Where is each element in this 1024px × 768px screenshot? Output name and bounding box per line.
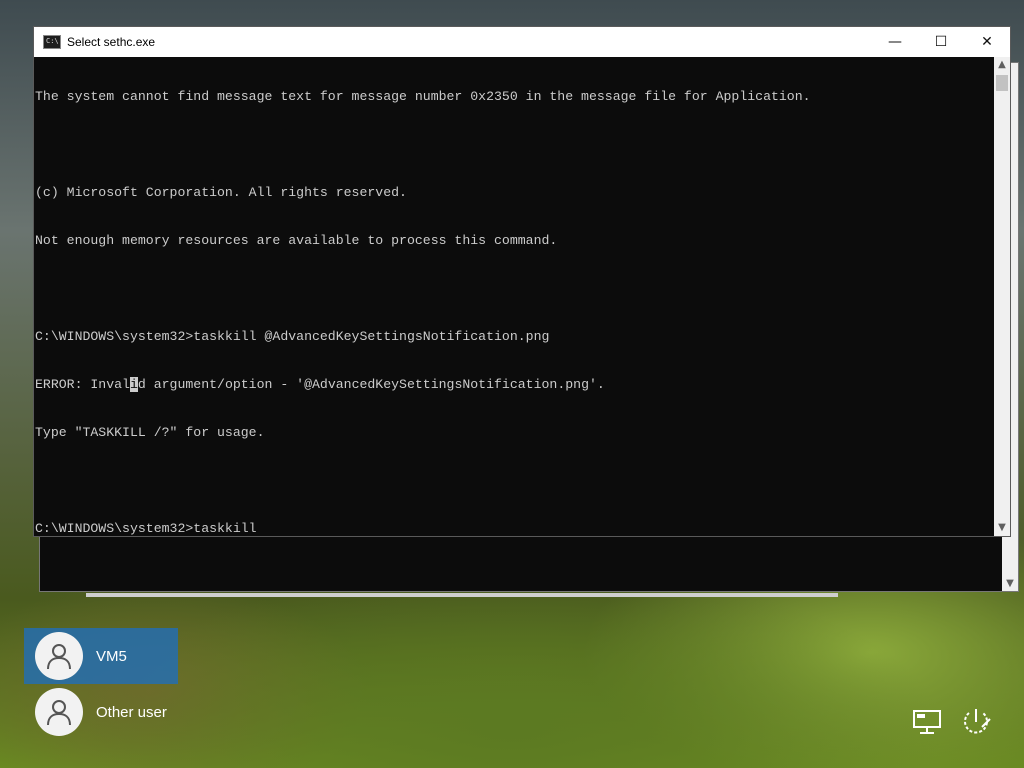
- power-icon[interactable]: [958, 704, 994, 740]
- console-app-icon[interactable]: C:\: [43, 35, 61, 49]
- window-title: Select sethc.exe: [67, 35, 156, 49]
- window-controls: — ☐ ✕: [872, 27, 1010, 57]
- error-text-before: ERROR: Inval: [35, 377, 130, 392]
- selection-cursor: i: [129, 377, 138, 392]
- background-horizontal-bar: [86, 593, 838, 597]
- title-bar[interactable]: C:\ Select sethc.exe — ☐ ✕: [34, 27, 1010, 57]
- error-text-after: d argument/option - '@AdvancedKeySetting…: [137, 377, 605, 392]
- user-tile-vm5[interactable]: VM5: [24, 628, 178, 684]
- console-output[interactable]: The system cannot find message text for …: [34, 57, 994, 536]
- console-line: Type "TASKKILL /?" for usage.: [35, 425, 265, 440]
- console-line: Not enough memory resources are availabl…: [35, 233, 558, 248]
- scroll-thumb[interactable]: [996, 75, 1008, 91]
- user-name: VM5: [96, 647, 127, 665]
- user-tile-other-user[interactable]: Other user: [24, 684, 178, 740]
- user-name: Other user: [96, 703, 167, 721]
- console-line: (c) Microsoft Corporation. All rights re…: [35, 185, 407, 200]
- network-icon[interactable]: [910, 704, 946, 740]
- scroll-up-icon[interactable]: ▲: [994, 57, 1010, 73]
- scroll-down-icon[interactable]: ▼: [994, 520, 1010, 536]
- console-error-line: ERROR: Invalid argument/option - '@Advan…: [35, 377, 994, 393]
- minimize-button[interactable]: —: [872, 27, 918, 57]
- console-icon-glyph: C:\: [46, 37, 59, 45]
- scroll-down-icon[interactable]: ▼: [1002, 578, 1018, 589]
- console-line: C:\WINDOWS\system32>taskkill: [35, 521, 257, 536]
- console-line: C:\WINDOWS\system32>taskkill @AdvancedKe…: [35, 329, 550, 344]
- user-avatar-icon: [35, 632, 83, 680]
- console-window[interactable]: C:\ Select sethc.exe — ☐ ✕ The system ca…: [33, 26, 1011, 537]
- vertical-scrollbar[interactable]: ▲ ▼: [994, 57, 1010, 536]
- close-button[interactable]: ✕: [964, 27, 1010, 57]
- console-line: The system cannot find message text for …: [35, 89, 811, 104]
- maximize-button[interactable]: ☐: [918, 27, 964, 57]
- user-avatar-icon: [35, 688, 83, 736]
